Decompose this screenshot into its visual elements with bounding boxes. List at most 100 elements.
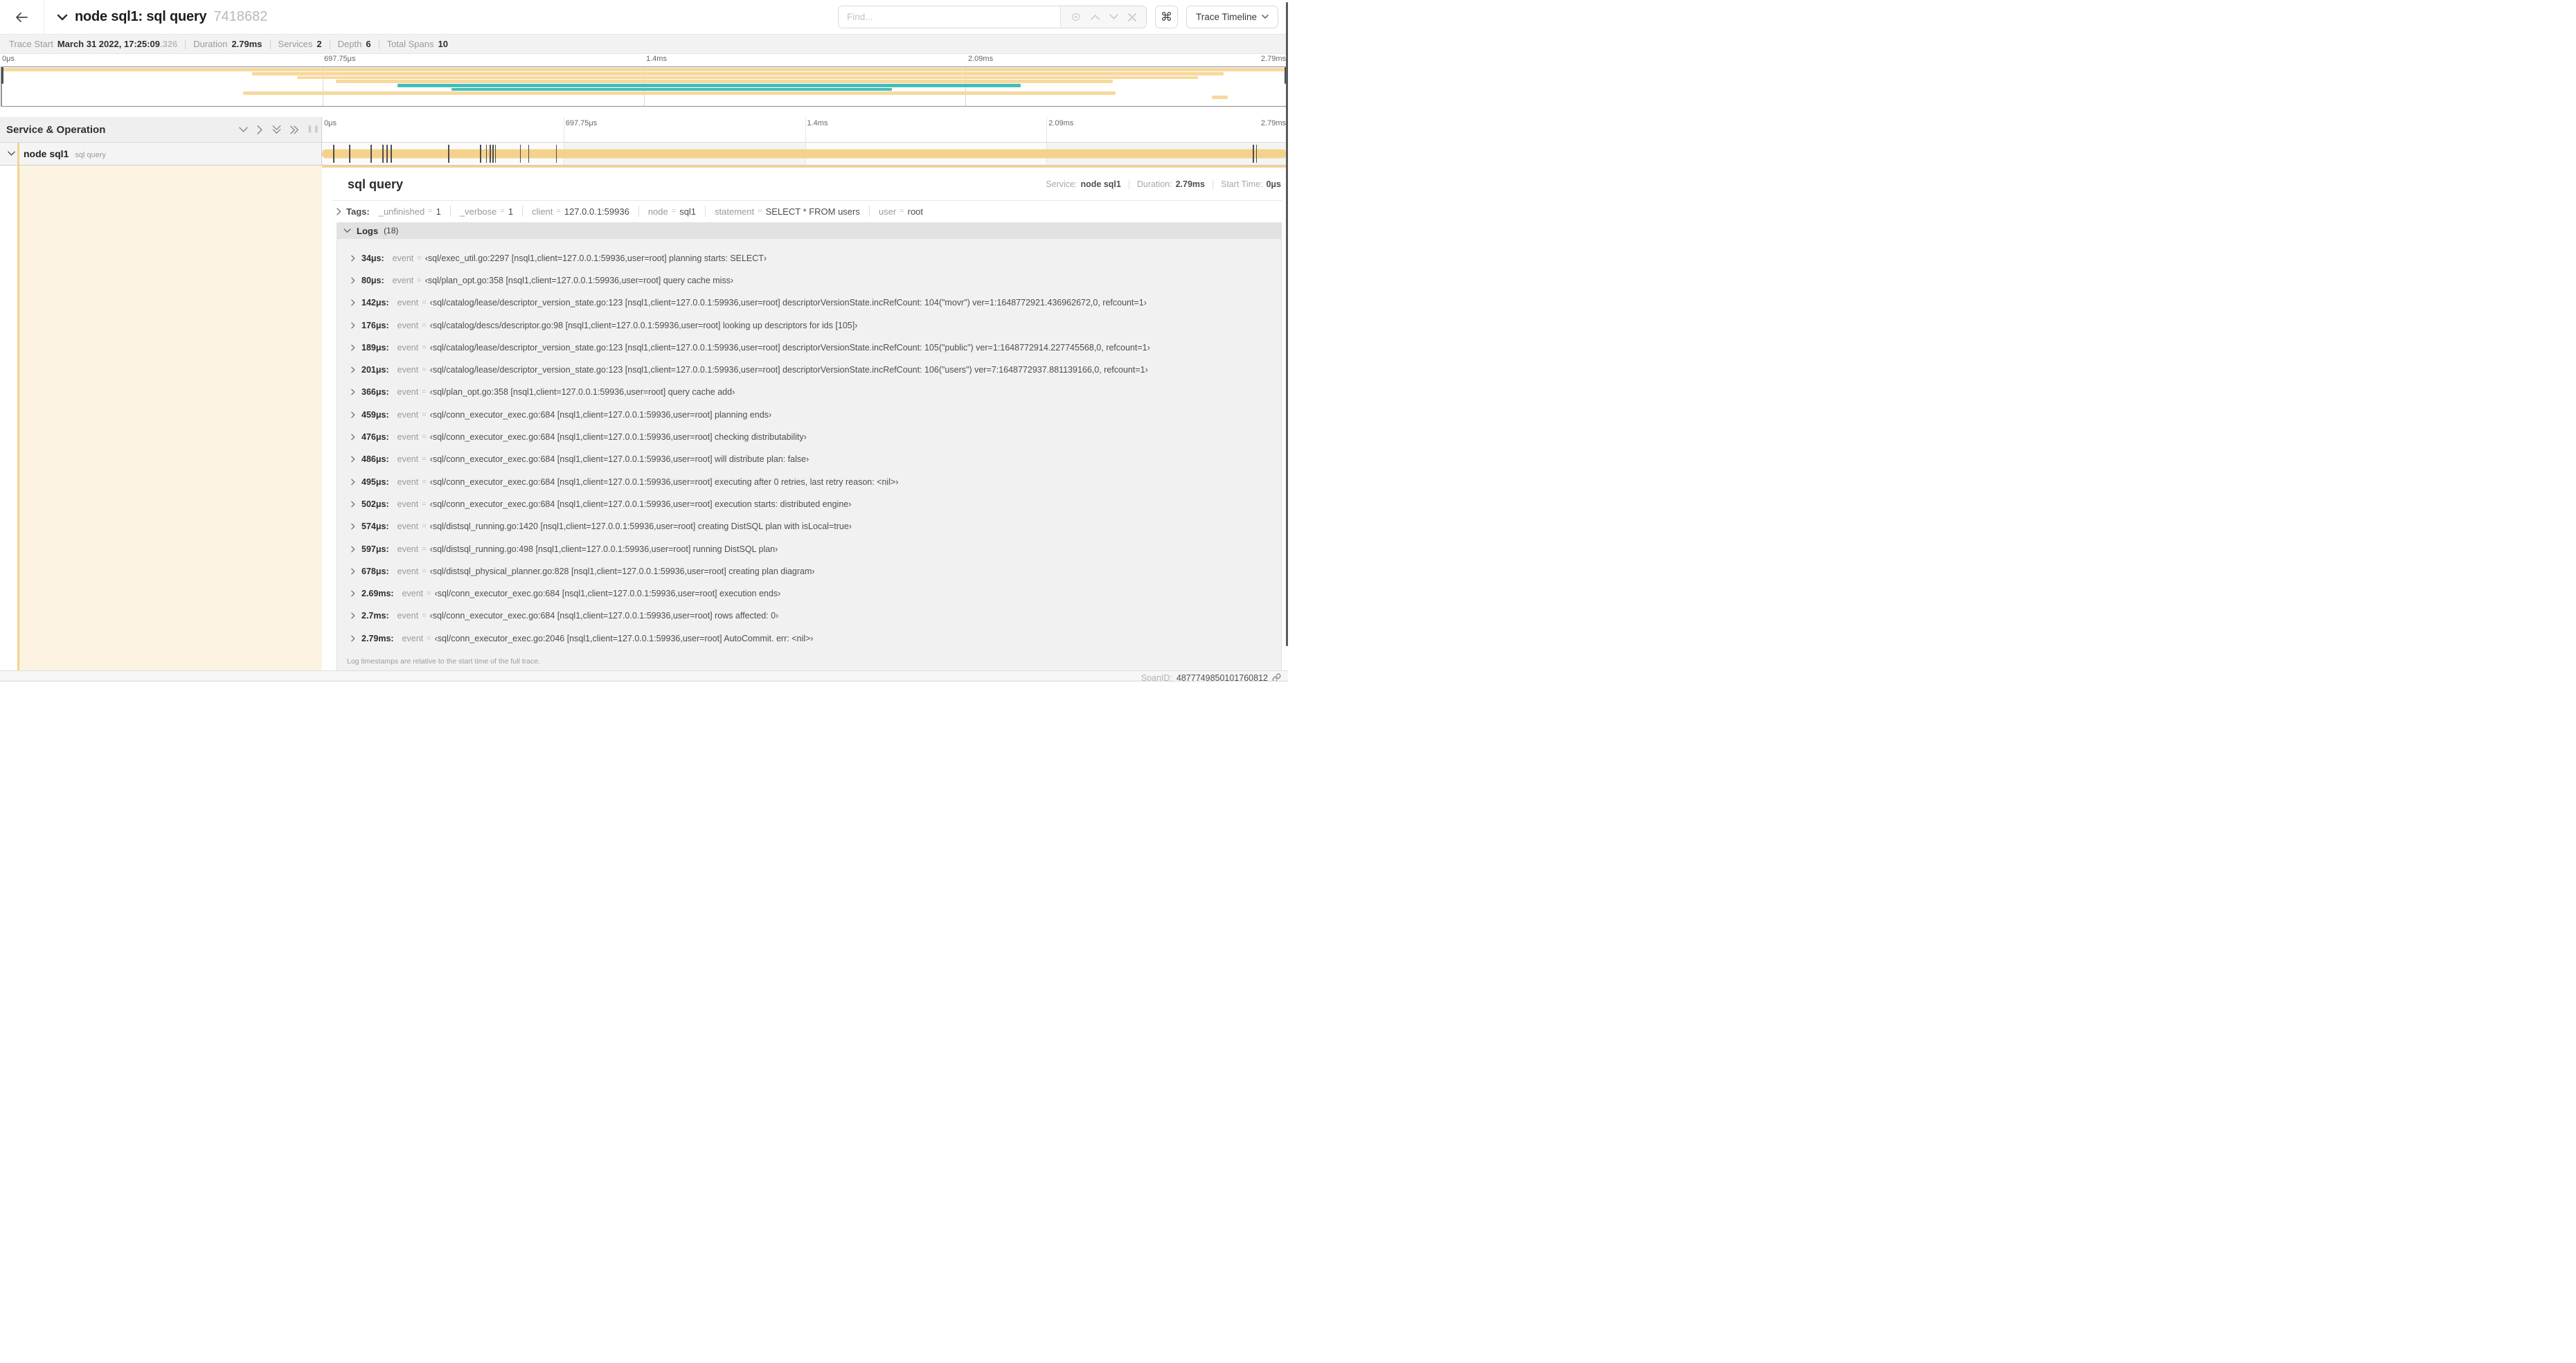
top-header: node sql1: sql query 7418682 Find... ⌘ T… (0, 0, 1288, 34)
log-event-mark[interactable] (1255, 144, 1258, 163)
chevron-right-icon (351, 255, 355, 262)
log-row[interactable]: 476μs: event = ‹sql/conn_executor_exec.g… (337, 426, 1281, 448)
expand-one-icon[interactable] (257, 125, 263, 134)
minimap-span-bar (1, 68, 1287, 71)
tag-item: _unfinished = 1 (370, 206, 451, 217)
service-operation-header: Service & Operation ❚❚ (0, 117, 322, 142)
log-row[interactable]: 574μs: event = ‹sql/distsql_running.go:1… (337, 515, 1281, 537)
command-icon: ⌘ (1160, 10, 1172, 24)
log-event-mark[interactable] (382, 144, 384, 163)
chevron-down-icon (1262, 15, 1269, 19)
log-row[interactable]: 486μs: event = ‹sql/conn_executor_exec.g… (337, 448, 1281, 470)
chevron-right-icon (351, 635, 355, 642)
minimap-canvas[interactable] (1, 66, 1287, 107)
log-row[interactable]: 189μs: event = ‹sql/catalog/lease/descri… (337, 337, 1281, 359)
service-operation-title: Service & Operation (6, 123, 106, 136)
log-event-mark[interactable] (494, 144, 497, 163)
log-event-mark[interactable] (528, 144, 530, 163)
log-row[interactable]: 201μs: event = ‹sql/catalog/lease/descri… (337, 359, 1281, 381)
trace-summary-item: Depth 6 (338, 39, 387, 49)
timeline-ruler-tick: 1.4ms (807, 119, 828, 127)
log-row[interactable]: 597μs: event = ‹sql/distsql_running.go:4… (337, 537, 1281, 560)
chevron-right-icon (351, 590, 355, 597)
trace-id: 7418682 (213, 9, 268, 24)
log-event-mark[interactable] (349, 144, 350, 163)
collapse-one-icon[interactable] (239, 127, 248, 133)
log-event-mark[interactable] (480, 144, 481, 163)
tag-item: client = 127.0.0.1:59936 (523, 206, 639, 217)
log-event-mark[interactable] (490, 144, 491, 163)
locate-span-icon[interactable] (1071, 12, 1081, 22)
find-prev-icon[interactable] (1090, 14, 1100, 20)
log-row[interactable]: 2.79ms: event = ‹sql/conn_executor_exec.… (337, 627, 1281, 650)
log-row[interactable]: 366μs: event = ‹sql/plan_opt.go:358 [nsq… (337, 381, 1281, 403)
log-event-mark[interactable] (370, 144, 372, 163)
minimap-span-bar (397, 84, 1021, 87)
trace-summary-item: Duration 2.79ms (193, 39, 278, 49)
log-row[interactable]: 142μs: event = ‹sql/catalog/lease/descri… (337, 292, 1281, 314)
trace-summary-item: Total Spans 10 (386, 39, 448, 49)
logs-note: Log timestamps are relative to the start… (347, 657, 540, 666)
detail-stats: Service: node sql1 Duration: 2.79ms Start … (1046, 179, 1281, 189)
deep-link-icon[interactable] (1272, 673, 1281, 681)
chevron-right-icon (351, 322, 355, 329)
back-button[interactable] (0, 0, 44, 34)
view-options-button[interactable]: Trace Timeline (1186, 6, 1278, 28)
minimap-span-bar (296, 75, 1198, 80)
chevron-right-icon (351, 344, 355, 351)
vertical-scrollbar[interactable] (1286, 2, 1288, 646)
span-bar-cell[interactable] (322, 143, 1288, 165)
keyboard-shortcuts-button[interactable]: ⌘ (1154, 6, 1178, 28)
log-event-mark[interactable] (333, 144, 334, 163)
trace-summary-item: Services 2 (278, 39, 338, 49)
find-next-icon[interactable] (1109, 14, 1118, 20)
expand-all-icon[interactable] (290, 125, 299, 134)
collapse-trace-icon[interactable] (57, 14, 68, 21)
span-name-cell[interactable]: node sql1 sql query (0, 143, 322, 165)
log-event-mark[interactable] (391, 144, 392, 163)
log-event-mark[interactable] (386, 144, 388, 163)
minimap-span-bar (1212, 96, 1228, 99)
log-event-mark[interactable] (519, 144, 521, 163)
chevron-right-icon (351, 411, 355, 418)
log-row[interactable]: 2.69ms: event = ‹sql/conn_executor_exec.… (337, 582, 1281, 605)
detail-left-column (0, 165, 322, 670)
timeline-ruler-tick: 2.79ms (1260, 119, 1286, 127)
detail-footer: SpanID: 4877749850101760812 (0, 670, 1288, 682)
span-duration-bar[interactable] (322, 149, 1287, 159)
header-actions: ⌘ Trace Timeline (837, 6, 1288, 28)
tag-item: user = root (878, 206, 924, 217)
column-resizer[interactable]: ❚❚ (307, 125, 320, 133)
title-wrap: node sql1: sql query 7418682 (44, 9, 267, 25)
log-event-mark[interactable] (492, 144, 494, 163)
tags-toggle[interactable]: Tags: (337, 206, 370, 217)
log-row[interactable]: 678μs: event = ‹sql/distsql_physical_pla… (337, 560, 1281, 582)
log-event-mark[interactable] (1253, 144, 1254, 163)
find-input[interactable] (838, 6, 1060, 28)
minimap-span-bar (251, 71, 1224, 75)
collapse-all-icon[interactable] (272, 125, 281, 134)
minimap-left-scrubber-handle[interactable] (1, 67, 3, 84)
find-clear-icon[interactable] (1127, 12, 1136, 21)
span-collapse-icon[interactable] (8, 151, 15, 157)
log-row[interactable]: 459μs: event = ‹sql/conn_executor_exec.g… (337, 404, 1281, 426)
log-row[interactable]: 495μs: event = ‹sql/conn_executor_exec.g… (337, 470, 1281, 492)
detail-header: sql query Service: node sql1 Duration: 2.7… (322, 168, 1288, 199)
log-event-mark[interactable] (448, 144, 449, 163)
chevron-right-icon (351, 479, 355, 485)
log-event-mark[interactable] (485, 144, 488, 163)
log-row[interactable]: 34μs: event = ‹sql/exec_util.go:2297 [ns… (337, 247, 1281, 269)
log-row[interactable]: 176μs: event = ‹sql/catalog/descs/descri… (337, 314, 1281, 336)
spanid-label: SpanID: (1141, 672, 1172, 682)
minimap-span-bar (451, 87, 893, 91)
find-group (837, 6, 1147, 28)
logs-header[interactable]: Logs (18) (337, 222, 1281, 239)
log-row[interactable]: 2.7ms: event = ‹sql/conn_executor_exec.g… (337, 605, 1281, 627)
log-event-mark[interactable] (555, 144, 557, 163)
logs-content: 34μs: event = ‹sql/exec_util.go:2297 [ns… (337, 238, 1281, 670)
log-row[interactable]: 80μs: event = ‹sql/plan_opt.go:358 [nsql… (337, 269, 1281, 292)
tree-controls (239, 125, 299, 134)
chevron-right-icon (351, 501, 355, 508)
log-row[interactable]: 502μs: event = ‹sql/conn_executor_exec.g… (337, 493, 1281, 515)
detail-row-highlight (19, 165, 322, 670)
